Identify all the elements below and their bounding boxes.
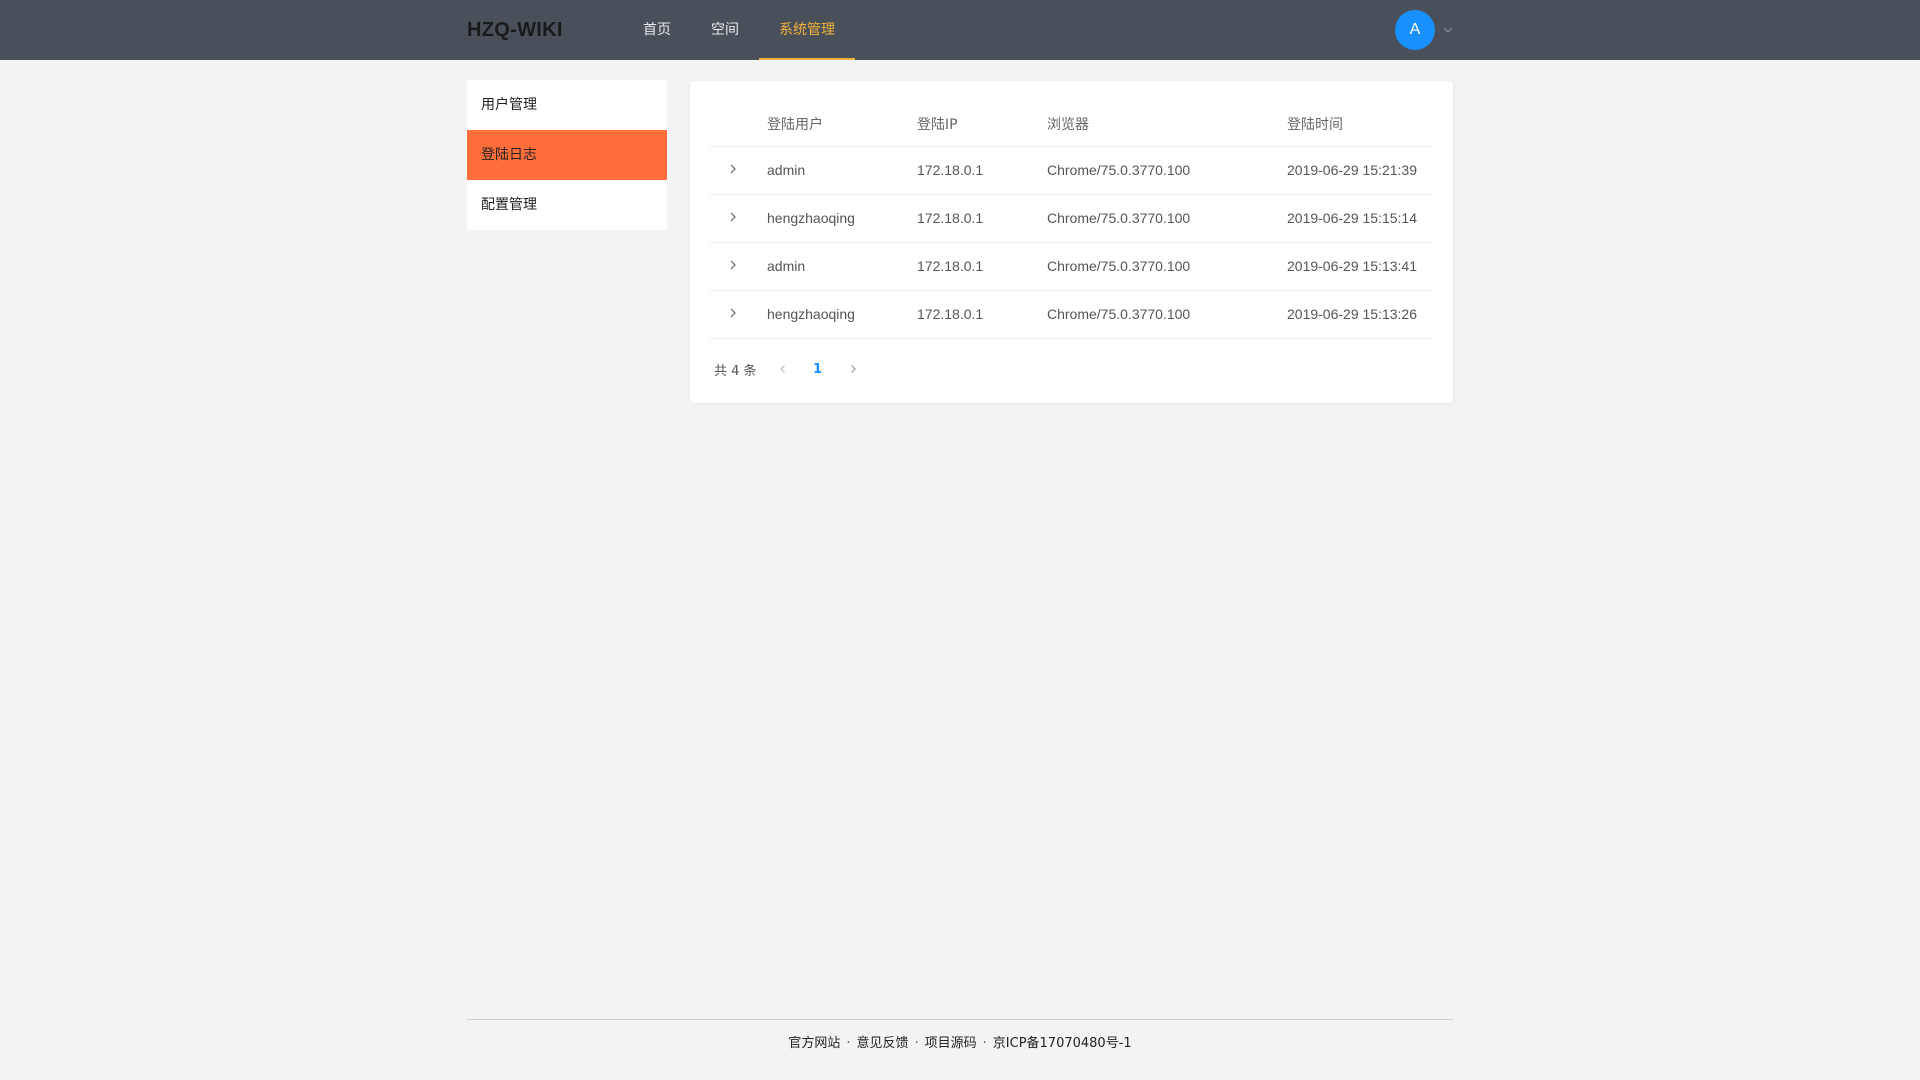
sidebar-item-login-log[interactable]: 登陆日志	[467, 130, 667, 180]
cell-time: 2019-06-29 15:21:39	[1287, 146, 1433, 195]
footer-link-official-site[interactable]: 官方网站	[788, 1036, 840, 1051]
nav-item-home[interactable]: 首页	[623, 0, 691, 60]
chevron-down-icon[interactable]	[1443, 25, 1453, 35]
cell-browser: Chrome/75.0.3770.100	[1047, 242, 1287, 291]
cell-user: admin	[767, 242, 917, 291]
top-header: HZQ-WIKI 首页 空间 系统管理 A	[0, 0, 1920, 60]
footer-divider	[467, 1019, 1453, 1020]
user-menu[interactable]: A	[1395, 10, 1453, 50]
table-row: admin 172.18.0.1 Chrome/75.0.3770.100 20…	[710, 146, 1433, 195]
cell-ip: 172.18.0.1	[917, 194, 1047, 243]
header-browser: 浏览器	[1047, 103, 1287, 147]
pagination: 共 4 条 1	[714, 359, 863, 379]
footer-link-feedback[interactable]: 意见反馈	[856, 1036, 908, 1051]
table-row: admin 172.18.0.1 Chrome/75.0.3770.100 20…	[710, 242, 1433, 291]
prev-page-icon[interactable]	[773, 359, 793, 379]
footer-link-icp[interactable]: 京ICP备17070480号-1	[993, 1036, 1132, 1051]
footer-separator: ·	[982, 1036, 987, 1051]
cell-browser: Chrome/75.0.3770.100	[1047, 146, 1287, 195]
header-login-user: 登陆用户	[767, 103, 917, 147]
cell-user: hengzhaoqing	[767, 194, 917, 243]
main-nav: 首页 空间 系统管理	[623, 0, 855, 60]
page-number-current[interactable]: 1	[799, 362, 837, 377]
header-login-ip: 登陆IP	[917, 103, 1047, 147]
sidebar-menu: 用户管理 登陆日志 配置管理	[467, 80, 667, 230]
header-inner: HZQ-WIKI 首页 空间 系统管理 A	[467, 0, 1453, 60]
cell-user: hengzhaoqing	[767, 290, 917, 339]
nav-item-space[interactable]: 空间	[691, 0, 759, 60]
logo[interactable]: HZQ-WIKI	[467, 0, 563, 60]
table-row: hengzhaoqing 172.18.0.1 Chrome/75.0.3770…	[710, 194, 1433, 243]
avatar[interactable]: A	[1395, 10, 1435, 50]
nav-item-system-admin[interactable]: 系统管理	[759, 0, 855, 60]
footer-link-source-code[interactable]: 项目源码	[925, 1036, 977, 1051]
footer: 官方网站 · 意见反馈 · 项目源码 · 京ICP备17070480号-1	[467, 1032, 1453, 1051]
cell-browser: Chrome/75.0.3770.100	[1047, 194, 1287, 243]
cell-ip: 172.18.0.1	[917, 146, 1047, 195]
expand-row-icon[interactable]	[727, 162, 739, 174]
cell-ip: 172.18.0.1	[917, 242, 1047, 291]
header-login-time: 登陆时间	[1287, 103, 1433, 147]
cell-time: 2019-06-29 15:13:26	[1287, 290, 1433, 339]
login-log-table: 登陆用户 登陆IP 浏览器 登陆时间 admin 172.18.0.1 Chro…	[710, 103, 1433, 339]
cell-ip: 172.18.0.1	[917, 290, 1047, 339]
expand-row-icon[interactable]	[727, 258, 739, 270]
expand-row-icon[interactable]	[727, 210, 739, 222]
table-header-row: 登陆用户 登陆IP 浏览器 登陆时间	[710, 103, 1433, 147]
sidebar-item-user-management[interactable]: 用户管理	[467, 80, 667, 130]
table-row: hengzhaoqing 172.18.0.1 Chrome/75.0.3770…	[710, 290, 1433, 339]
next-page-icon[interactable]	[843, 359, 863, 379]
expand-row-icon[interactable]	[727, 306, 739, 318]
cell-user: admin	[767, 146, 917, 195]
footer-separator: ·	[846, 1036, 851, 1051]
pagination-total: 共 4 条	[714, 363, 757, 379]
footer-separator: ·	[914, 1036, 919, 1051]
cell-browser: Chrome/75.0.3770.100	[1047, 290, 1287, 339]
header-expand	[710, 103, 767, 147]
login-log-card: 登陆用户 登陆IP 浏览器 登陆时间 admin 172.18.0.1 Chro…	[690, 81, 1453, 403]
cell-time: 2019-06-29 15:13:41	[1287, 242, 1433, 291]
sidebar-item-config-management[interactable]: 配置管理	[467, 180, 667, 230]
cell-time: 2019-06-29 15:15:14	[1287, 194, 1433, 243]
